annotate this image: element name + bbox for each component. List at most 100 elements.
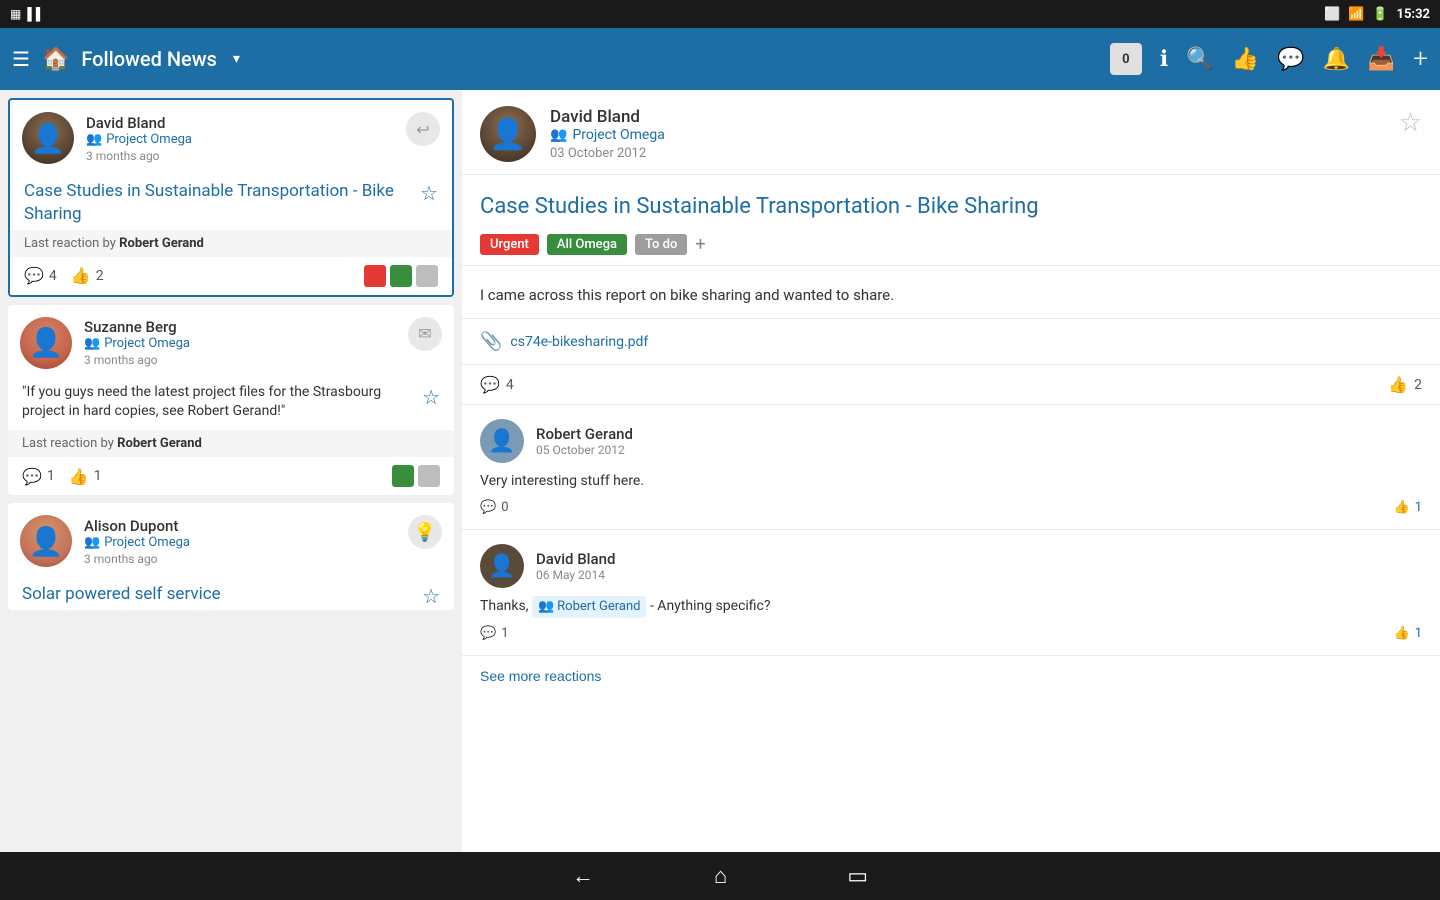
star-icon-3[interactable]: ☆ [422,583,440,610]
feed-item-3-meta: Alison Dupont 👥 Project Omega 3 months a… [84,517,442,566]
post-like-count: 👍 2 [1388,375,1422,394]
search-icon[interactable]: 🔍 [1186,47,1213,72]
add-icon[interactable]: + [1413,44,1428,74]
dropdown-arrow-icon[interactable]: ▾ [233,51,240,67]
see-more-reactions-button[interactable]: See more reactions [462,656,619,696]
post-title: Case Studies in Sustainable Transportati… [480,193,1422,222]
comment-2-likes[interactable]: 👍 1 [1394,626,1423,641]
feed-item-1-last-reaction: Last reaction by Robert Gerand [10,230,452,257]
avatar-robert-gerand: 👤 [480,419,524,463]
lightbulb-button-3[interactable]: 💡 [408,515,442,549]
post-title-area: Case Studies in Sustainable Transportati… [462,175,1440,266]
comment-2-body-after: - Anything specific? [650,598,771,614]
comment-2-footer: 💬 1 👍 1 [480,626,1422,641]
comment-2-body: Thanks, 👥 Robert Gerand - Anything speci… [480,596,1422,618]
post-body: I came across this report on bike sharin… [462,266,1440,320]
recents-icon[interactable]: ▭ [847,864,868,889]
comment-count-icon-2: 💬 [22,467,42,486]
feed-item-2-meta: Suzanne Berg 👥 Project Omega 3 months ag… [84,318,442,367]
feed-item-2-project: 👥 Project Omega [84,336,442,351]
add-tag-button[interactable]: + [695,234,705,255]
feed-item-3-project: 👥 Project Omega [84,535,442,550]
comment-2-body-text: Thanks, [480,598,529,614]
feed-item-3-time: 3 months ago [84,552,442,566]
feed-item-1-author: David Bland [86,114,440,132]
nav-title: Followed News [81,47,217,71]
comment-reply-icon-2: 💬 [480,626,496,641]
feed-item-3-header: 👤 Alison Dupont 👥 Project Omega 3 months… [8,503,454,575]
reply-button-1[interactable]: ↩ [406,112,440,146]
feed-item-2-author: Suzanne Berg [84,318,442,336]
like-icon-post: 👍 [1388,375,1408,394]
comment-reply-icon-1: 💬 [480,500,496,515]
tag-omega[interactable]: All Omega [547,234,627,255]
comment-1-footer: 💬 0 👍 1 [480,500,1422,515]
post-attachment[interactable]: 📎 cs74e-bikesharing.pdf [462,319,1440,365]
feed-item-2-likes: 👍 1 [69,467,102,486]
avatar-david-bland-comment: 👤 [480,544,524,588]
home-icon[interactable]: 🏠 [42,47,69,72]
feed-item-1-footer: 💬 4 👍 2 [10,257,452,295]
star-icon-2[interactable]: ☆ [422,383,440,411]
inbox-icon[interactable]: 📥 [1368,47,1395,72]
back-icon[interactable]: ← [572,863,594,889]
nav-bar-left: ☰ 🏠 Followed News ▾ [12,47,1100,72]
feed-item-1[interactable]: 👤 David Bland 👥 Project Omega 3 months a… [8,98,454,297]
comment-count-icon-1: 💬 [24,266,44,285]
left-panel: 👤 David Bland 👥 Project Omega 3 months a… [0,90,462,852]
feed-item-1-comments: 💬 4 [24,266,57,285]
feed-item-3-title: ☆ Solar powered self service [8,575,454,610]
mention-group-icon: 👥 [538,597,554,617]
feed-item-1-reactor: Robert Gerand [119,236,204,251]
time-display: 15:32 [1397,7,1431,22]
post-body-text: I came across this report on bike sharin… [480,286,894,304]
bell-icon[interactable]: 🔔 [1322,47,1349,72]
feed-item-1-meta: David Bland 👥 Project Omega 3 months ago [86,114,440,163]
feed-item-1-header: 👤 David Bland 👥 Project Omega 3 months a… [10,100,452,172]
group-icon-2: 👥 [84,336,100,351]
post-header: 👤 David Bland 👥 Project Omega 03 October… [462,90,1440,175]
feed-item-2-content: ☆ "If you guys need the latest project f… [8,377,454,430]
comment-mention: 👥 Robert Gerand [532,596,647,618]
attachment-filename: cs74e-bikesharing.pdf [510,334,648,350]
feed-item-2-comments: 💬 1 [22,467,55,486]
tag-todo[interactable]: To do [635,234,687,255]
feed-item-3-author: Alison Dupont [84,517,442,535]
like-count-icon-2: 👍 [69,467,89,486]
feed-item-3[interactable]: 👤 Alison Dupont 👥 Project Omega 3 months… [8,503,454,610]
comment-like-icon-1: 👍 [1394,500,1410,515]
feed-item-2[interactable]: 👤 Suzanne Berg 👥 Project Omega 3 months … [8,305,454,495]
comment-1-likes[interactable]: 👍 1 [1394,500,1423,515]
right-panel: 👤 David Bland 👥 Project Omega 03 October… [462,90,1440,852]
tag-urgent[interactable]: Urgent [480,234,539,255]
comment-1-meta: Robert Gerand 05 October 2012 [536,425,633,457]
comment-2-author: David Bland [536,550,615,568]
info-icon[interactable]: ℹ [1160,47,1168,72]
notification-badge[interactable]: 0 [1110,43,1142,75]
sim-icon: ▦ [10,7,21,21]
avatar-alison-dupont: 👤 [20,515,72,567]
home-nav-icon[interactable]: ⌂ [714,863,727,889]
badge-count: 0 [1122,52,1129,67]
group-icon-3: 👥 [84,535,100,550]
star-icon-1[interactable]: ☆ [420,180,438,207]
comment-1: 👤 Robert Gerand 05 October 2012 Very int… [462,405,1440,530]
comment-1-date: 05 October 2012 [536,443,633,457]
color-dot-red [364,265,386,287]
battery-icon: 🔋 [1372,7,1388,22]
wifi-icon: 📶 [1348,7,1364,22]
like-icon[interactable]: 👍 [1232,47,1259,72]
post-meta: David Bland 👥 Project Omega 03 October 2… [550,107,665,161]
nav-bar-right: 0 ℹ 🔍 👍 💬 🔔 📥 + [1110,43,1428,75]
feed-item-2-colors [392,465,440,487]
avatar-david-bland: 👤 [22,112,74,164]
color-dot-grey-2 [418,465,440,487]
comment-icon[interactable]: 💬 [1277,47,1304,72]
menu-icon[interactable]: ☰ [12,47,30,71]
mail-button-2[interactable]: ✉ [408,317,442,351]
comment-icon-post: 💬 [480,375,500,394]
comment-2-meta: David Bland 06 May 2014 [536,550,615,582]
comment-2: 👤 David Bland 06 May 2014 Thanks, 👥 Robe… [462,530,1440,656]
post-star-button[interactable]: ☆ [1399,108,1422,138]
comment-1-header: 👤 Robert Gerand 05 October 2012 [480,419,1422,463]
